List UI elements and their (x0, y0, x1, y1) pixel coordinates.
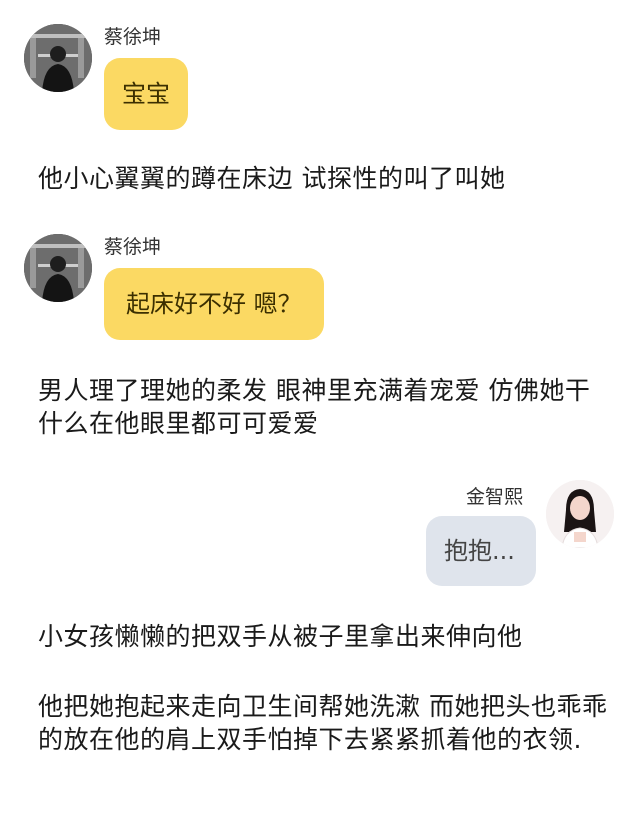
message-bubble[interactable]: 起床好不好 嗯？ (104, 268, 324, 340)
narration-text: 男人理了理她的柔发 眼神里充满着宠爱 仿佛她干什么在他眼里都可可爱爱 (38, 376, 591, 438)
narration-text: 他小心翼翼的蹲在床边 试探性的叫了叫她 (38, 164, 506, 193)
sender-name: 蔡徐坤 (104, 26, 162, 48)
avatar-photo-icon (24, 234, 92, 302)
sender-name: 金智熙 (466, 486, 524, 508)
narration-text: 他把她抱起来走向卫生间帮她洗漱 而她把头也乖乖的放在他的肩上双手怕掉下去紧紧抓着… (38, 692, 608, 754)
narration-text: 小女孩懒懒的把双手从被子里拿出来伸向他 (38, 622, 523, 651)
message-bubble[interactable]: 抱抱... (426, 516, 536, 586)
avatar-caixukun[interactable] (24, 24, 92, 92)
avatar-jinzhixi[interactable] (546, 480, 614, 548)
avatar-caixukun[interactable] (24, 234, 92, 302)
avatar-photo-icon (24, 24, 92, 92)
avatar-photo-icon (546, 480, 614, 548)
sender-name: 蔡徐坤 (104, 236, 162, 258)
message-bubble[interactable]: 宝宝 (104, 58, 188, 130)
